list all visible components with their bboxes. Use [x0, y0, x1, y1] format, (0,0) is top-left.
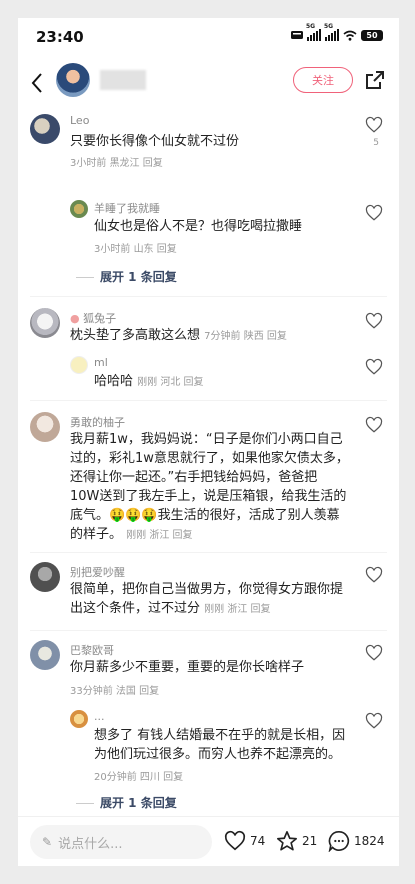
expand-replies-button[interactable]: 展开 1 条回复	[76, 794, 177, 811]
author-avatar[interactable]	[56, 63, 90, 97]
heart-icon[interactable]	[365, 644, 383, 662]
comment-count: 1824	[354, 834, 385, 848]
comment-text[interactable]: 想多了 有钱人结婚最不在乎的就是长相，因 为他们玩过很多。而穷人也养不起漂亮的。	[94, 726, 354, 764]
like-button[interactable]: 74	[224, 830, 265, 852]
reply-button[interactable]: 回复	[143, 158, 163, 169]
comment-username[interactable]: 巴黎欧哥	[70, 642, 114, 658]
comment-username[interactable]: 羊睡了我就睡	[94, 200, 160, 216]
reply-button[interactable]: 回复	[139, 686, 159, 697]
heart-icon[interactable]	[365, 416, 383, 434]
comment-icon	[328, 831, 350, 852]
avatar[interactable]	[70, 710, 88, 728]
divider	[30, 296, 387, 297]
avatar[interactable]	[30, 412, 60, 442]
comment-text[interactable]: 哈哈哈 刚刚 河北 回复	[94, 372, 354, 392]
reply-button[interactable]: 回复	[251, 604, 271, 615]
divider	[30, 400, 387, 401]
comment-username[interactable]: Leo	[70, 114, 89, 127]
comment-text[interactable]: 枕头垫了多高敢这么想 7分钟前 陕西 回复	[70, 326, 350, 346]
star-icon	[277, 831, 297, 851]
reply-button[interactable]: 回复	[267, 331, 287, 342]
comment-username[interactable]: ...	[94, 710, 105, 723]
comment-meta: 3小时前 山东 回复	[94, 244, 177, 255]
comment-username[interactable]: ● 狐兔子	[70, 310, 116, 326]
comment-text[interactable]: 我月薪1w，我妈妈说：“日子是你们小两口自己 过的，彩礼1w意思就行了，如果他家…	[70, 430, 350, 545]
comment-text[interactable]: 很简单，把你自己当做男方，你觉得女方跟你提 出这个条件，过不过分 刚刚 浙江 回…	[70, 580, 350, 619]
heart-icon[interactable]	[365, 358, 383, 376]
signal-icon-1: 5G	[306, 23, 321, 41]
wifi-icon	[343, 30, 357, 41]
avatar[interactable]	[30, 562, 60, 592]
avatar[interactable]	[30, 640, 60, 670]
comment-button[interactable]: 1824	[328, 830, 385, 852]
expand-replies-button[interactable]: 展开 1 条回复	[76, 268, 177, 285]
comment-meta: 33分钟前 法国 回复	[70, 686, 160, 697]
heart-icon[interactable]	[365, 116, 383, 134]
back-arrow-icon[interactable]	[30, 72, 44, 98]
like-count: 5	[373, 138, 379, 148]
reply-button[interactable]: 回复	[163, 772, 183, 783]
comment-text[interactable]: 仙女也是俗人不是？也得吃喝拉撒睡	[94, 217, 302, 236]
divider	[30, 630, 387, 631]
peach-emoji: ●	[70, 312, 80, 325]
share-icon[interactable]	[365, 70, 385, 90]
comment-meta: 3小时前 黑龙江 回复	[70, 158, 163, 169]
divider	[30, 552, 387, 553]
comment-input[interactable]: ✎ 说点什么...	[30, 825, 212, 859]
heart-icon[interactable]	[365, 204, 383, 222]
heart-icon	[224, 830, 246, 851]
heart-icon[interactable]	[365, 566, 383, 584]
comment-username[interactable]: ml	[94, 356, 108, 369]
header: 关注	[18, 60, 399, 108]
battery-icon: 50	[361, 29, 383, 41]
like-count: 74	[250, 834, 266, 848]
comment-username[interactable]: 勇敢的柚子	[70, 414, 125, 430]
comment-meta: 20分钟前 四川 回复	[94, 772, 184, 783]
comment-username[interactable]: 别把爱吵醒	[70, 564, 125, 580]
bottom-action-bar: ✎ 说点什么... 74 21 1824	[18, 816, 399, 866]
comment-input-placeholder: 说点什么...	[58, 836, 123, 852]
favorite-button[interactable]: 21	[276, 830, 317, 852]
status-time: 23:40	[36, 28, 84, 46]
avatar[interactable]	[30, 308, 60, 338]
comment-text[interactable]: 你月薪多少不重要，重要的是你长啥样子	[70, 658, 304, 677]
signal-icon-2: 5G	[324, 23, 339, 41]
avatar[interactable]	[70, 356, 88, 374]
status-icons: 5G 5G 50	[291, 23, 383, 41]
reply-button[interactable]: 回复	[184, 377, 204, 388]
author-name-blurred[interactable]	[100, 70, 146, 90]
favorite-count: 21	[302, 834, 318, 848]
sim-card-icon	[291, 31, 303, 39]
follow-button[interactable]: 关注	[293, 67, 353, 93]
reply-button[interactable]: 回复	[157, 244, 177, 255]
status-bar: 23:40 5G 5G 50	[18, 18, 399, 56]
phone-screen: 23:40 5G 5G 50 关注 Leo 只要你长得像个仙女就不过份 3小时前…	[18, 18, 399, 866]
heart-icon[interactable]	[365, 312, 383, 330]
pen-icon: ✎	[42, 835, 53, 849]
comment-text[interactable]: 只要你长得像个仙女就不过份	[70, 132, 239, 151]
heart-icon[interactable]	[365, 712, 383, 730]
reply-button[interactable]: 回复	[173, 530, 193, 541]
money-face-emoji: 🤑🤑🤑	[109, 508, 158, 523]
avatar[interactable]	[70, 200, 88, 218]
avatar[interactable]	[30, 114, 60, 144]
